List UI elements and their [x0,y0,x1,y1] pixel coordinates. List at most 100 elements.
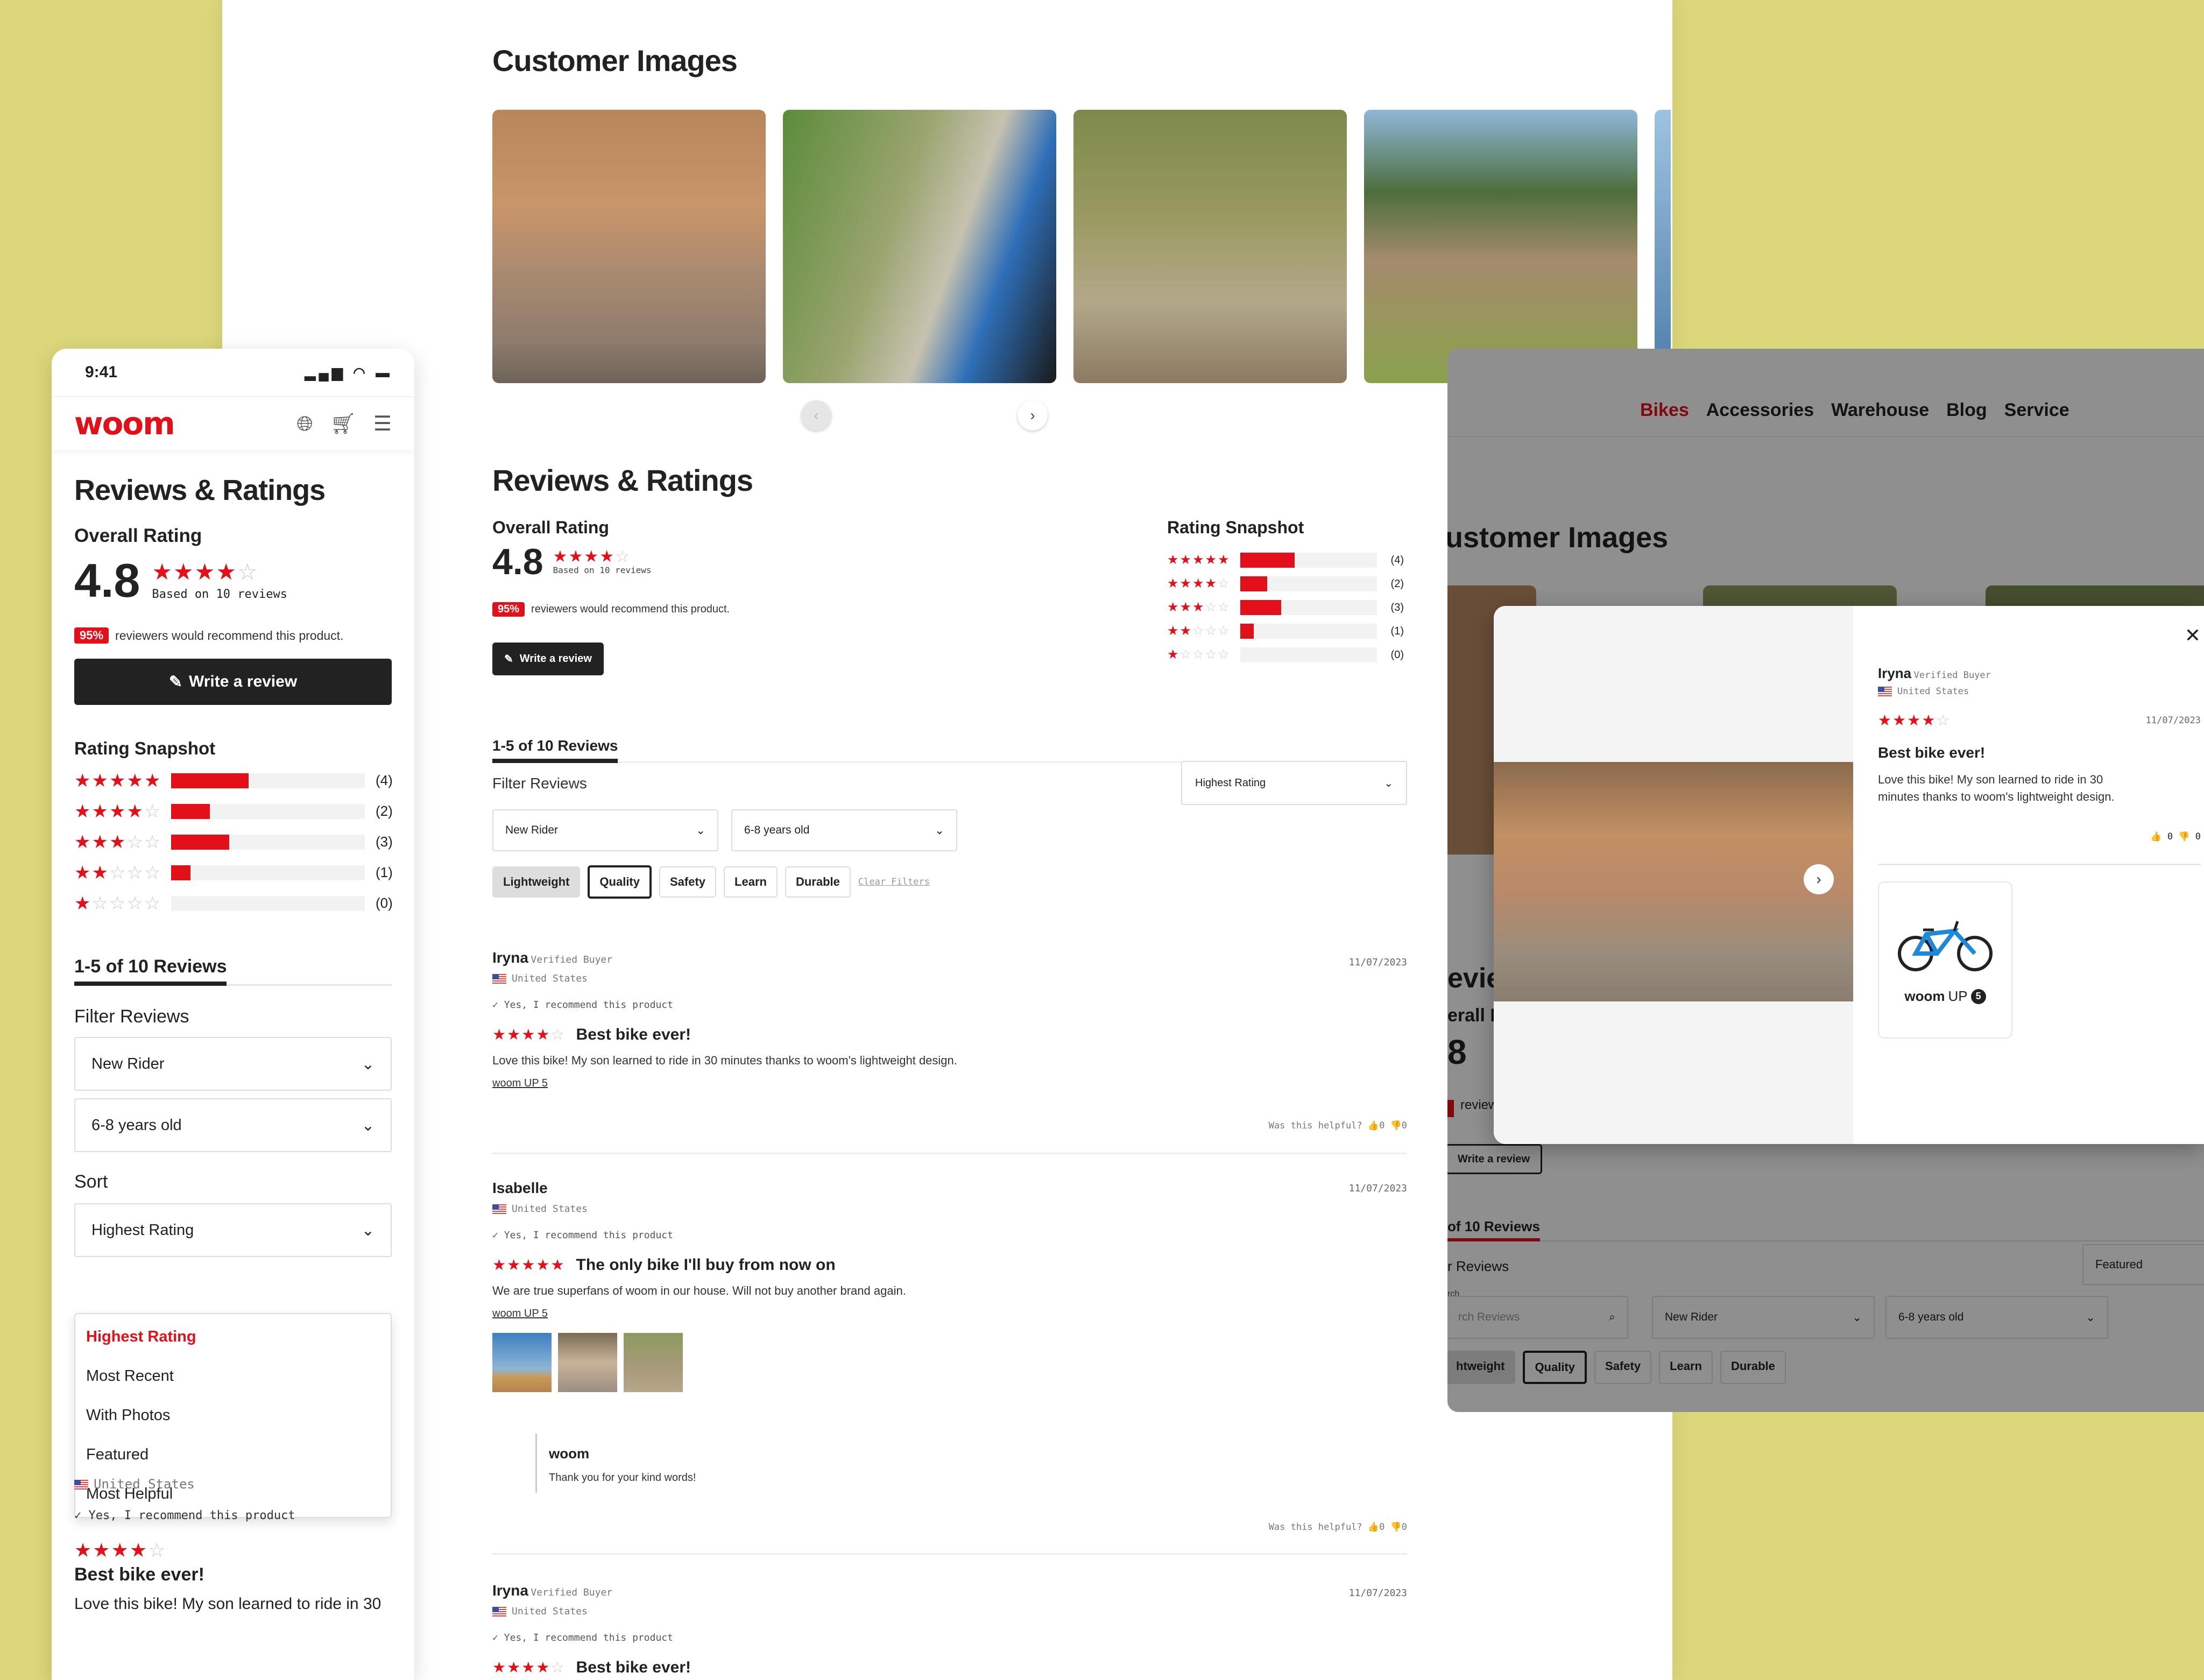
age-filter-value: 6-8 years old [91,1116,182,1134]
menu-icon[interactable]: ☰ [373,413,392,435]
snapshot-row-3-star[interactable]: ★ ★ ★ ☆ ☆ (3) [74,827,393,857]
globe-icon[interactable]: 🌐︎ [296,413,313,435]
thumbs-down-icon[interactable]: 👎 [1390,1522,1402,1533]
review-body: Love this bike! My son learned to ride i… [492,1054,957,1067]
helpful-down-count: 0 [1401,1120,1407,1131]
chip-durable[interactable]: Durable [785,866,851,898]
star-filled-icon: ★ [492,1026,506,1043]
tab-review-count[interactable]: 1-5 of 10 Reviews [74,956,227,986]
age-filter-select[interactable]: 6-8 years old ⌄ [74,1098,392,1152]
sort-select[interactable]: Highest Rating ⌄ [1181,761,1407,805]
snapshot-row-2-star[interactable]: ★ ★ ☆ ☆ ☆ (1) [1167,619,1404,643]
status-bar: 9:41 ▂▄▆ ◠ ▬ [52,349,414,396]
overall-rating-label: Overall Rating [492,518,609,537]
star-empty-icon: ☆ [126,893,143,914]
helpful-row: Was this helpful? 👍0 👎0 [1269,1522,1407,1533]
snapshot-bar-fill [1240,624,1254,639]
clear-filters-link[interactable]: Clear Filters [858,877,930,887]
customer-image-1[interactable] [492,110,766,383]
customer-image-3[interactable] [1073,110,1347,383]
star-empty-icon: ☆ [1205,600,1217,615]
rider-filter-select[interactable]: New Rider ⌄ [74,1037,392,1091]
star-filled-icon: ★ [91,831,108,852]
chip-quality[interactable]: Quality [588,865,652,899]
woom-logo[interactable]: woom [74,405,175,442]
carousel-prev-button[interactable]: ‹ [801,400,831,430]
snapshot-row-3-star[interactable]: ★ ★ ★ ☆ ☆ (3) [1167,596,1404,619]
snapshot-bar [1240,576,1377,591]
edit-icon: ✎ [168,673,182,691]
star-filled-icon: ★ [1205,553,1217,567]
chip-lightweight[interactable]: Lightweight [492,866,581,898]
check-icon: ✓ [492,1632,498,1643]
cart-icon[interactable]: 🛒︎ [330,413,356,435]
write-review-button[interactable]: ✎ Write a review [492,643,604,675]
tab-review-count[interactable]: 1-5 of 10 Reviews [492,737,618,763]
rating-stars: ★ ★ ★ ★ ☆ [553,548,630,565]
review-photo[interactable] [624,1333,683,1392]
snapshot-count: (0) [376,895,393,911]
modal-next-button[interactable]: › [1804,864,1834,894]
review-photos [492,1333,1407,1395]
sort-option-highest-rating[interactable]: Highest Rating [75,1317,391,1357]
write-review-button[interactable]: ✎ Write a review [74,659,392,705]
us-flag-icon [492,974,506,984]
product-card[interactable]: woom UP 5 [1878,881,2012,1039]
star-filled-icon: ★ [126,801,143,822]
snapshot-row-5-star[interactable]: ★ ★ ★ ★ ★ (4) [1167,548,1404,572]
review-title: The only bike I'll buy from now on [576,1256,836,1274]
star-filled-icon: ★ [74,862,91,883]
snapshot-stars: ★ ★ ★ ★ ★ [74,772,160,790]
customer-image-5-partial[interactable] [1655,110,1671,383]
snapshot-rows: ★ ★ ★ ★ ★ (4) ★ ★ ★ ★ ☆ (2) ★ ★ ★ ☆ ☆ (3) ★ ★ ☆ ☆ ☆ (1) ★ ☆ ☆ ☆ ☆ (0) [74,765,393,919]
rider-filter-select[interactable]: New Rider ⌄ [492,809,718,851]
thumbs-up-icon[interactable]: 👍 [1368,1120,1379,1131]
thumbs-down-icon[interactable]: 👎 [1390,1120,1402,1131]
sort-option-featured[interactable]: Featured [75,1435,391,1474]
review-product-link[interactable]: woom UP 5 [492,1308,1407,1320]
star-empty-icon: ☆ [126,831,143,852]
chevron-up-icon: ⌄ [361,1222,375,1239]
review-body: We are true superfans of woom in our hou… [492,1284,906,1297]
star-empty-icon: ☆ [144,893,161,914]
desktop-modal-view: Bikes Accessories Warehouse Blog Service… [1447,349,2204,1412]
reviewer-name: Iryna [492,949,528,966]
thumbs-up-icon[interactable]: 👍 [1368,1522,1379,1533]
reviewer-name: Iryna [492,1582,528,1599]
snapshot-row-1-star[interactable]: ★ ☆ ☆ ☆ ☆ (0) [1167,643,1404,667]
star-filled-icon: ★ [550,1257,564,1273]
close-icon[interactable]: ✕ [2185,624,2201,647]
review-photo[interactable] [492,1333,552,1392]
chevron-down-icon: ⌄ [1384,777,1393,789]
sort-option-with-photos[interactable]: With Photos [75,1396,391,1435]
snapshot-row-2-star[interactable]: ★ ★ ☆ ☆ ☆ (1) [74,857,393,888]
thumbs-down-icon[interactable]: 👎 [2178,831,2189,842]
review-photo[interactable] [558,1333,617,1392]
based-on-count: Based on 10 reviews [152,587,288,601]
carousel-next-button[interactable]: › [1018,400,1048,430]
helpful-down-count: 0 [2195,831,2201,842]
sort-select[interactable]: Highest Rating ⌄ [74,1203,392,1257]
customer-image-2[interactable] [783,110,1056,383]
review-modal: › ✕ Iryna Verified Buyer United States ★… [1494,606,2204,1144]
star-empty-icon: ☆ [109,862,126,883]
snapshot-row-1-star[interactable]: ★ ☆ ☆ ☆ ☆ (0) [74,888,393,919]
recommend-line: Yes, I recommend this product [504,1632,673,1643]
customer-image-4[interactable] [1364,110,1637,383]
snapshot-row-4-star[interactable]: ★ ★ ★ ★ ☆ (2) [1167,572,1404,596]
age-filter-select[interactable]: 6-8 years old ⌄ [731,809,957,851]
chip-learn[interactable]: Learn [724,866,778,898]
snapshot-count: (3) [376,834,393,850]
review-stars: ★ ★ ★ ★ ★ [492,1258,564,1273]
star-filled-icon: ★ [74,770,91,791]
snapshot-bar [1240,600,1377,615]
thumbs-up-icon[interactable]: 👍 [2150,831,2161,842]
star-filled-icon: ★ [492,1257,506,1273]
sort-option-most-recent[interactable]: Most Recent [75,1357,391,1396]
chip-safety[interactable]: Safety [659,866,717,898]
snapshot-row-4-star[interactable]: ★ ★ ★ ★ ☆ (2) [74,796,393,827]
star-filled-icon: ★ [129,1539,147,1561]
review-product-link[interactable]: woom UP 5 [492,1077,1407,1090]
snapshot-row-5-star[interactable]: ★ ★ ★ ★ ★ (4) [74,765,393,796]
age-filter-value: 6-8 years old [744,824,810,836]
